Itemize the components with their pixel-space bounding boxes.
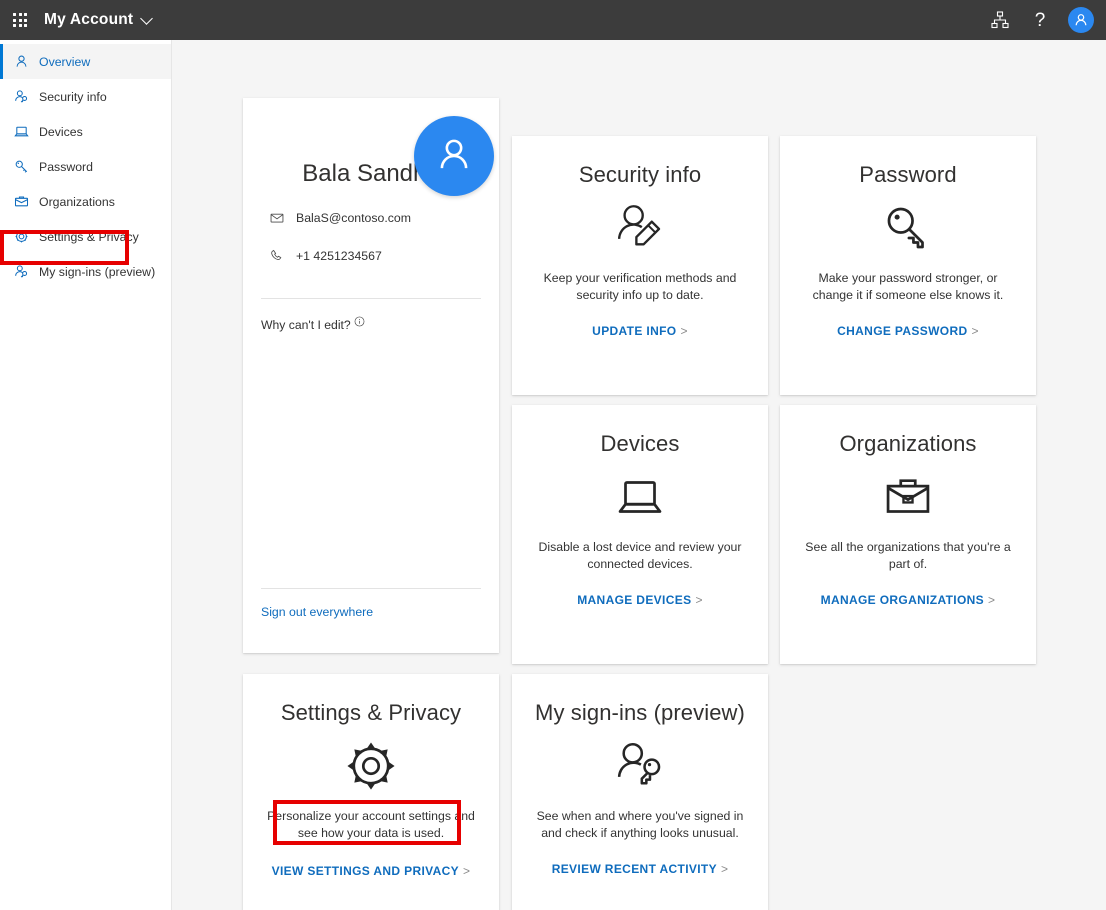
- manage-devices-link[interactable]: MANAGE DEVICES >: [512, 593, 768, 607]
- card-title: Devices: [512, 405, 768, 457]
- sidebar-item-label: Security info: [39, 90, 107, 104]
- card-title: Settings & Privacy: [243, 674, 499, 726]
- top-bar-actions: ?: [982, 0, 1106, 40]
- profile-phone-row: +1 4251234567: [243, 248, 499, 264]
- chevron-right-icon: >: [972, 324, 979, 338]
- chevron-right-icon: >: [463, 864, 470, 878]
- card-title: Security info: [512, 136, 768, 188]
- laptop-icon: [512, 465, 768, 529]
- card-title: Password: [780, 136, 1036, 188]
- org-hierarchy-icon[interactable]: [982, 0, 1018, 40]
- key-icon: [13, 158, 30, 175]
- info-icon: [354, 320, 365, 331]
- sidebar-item-overview[interactable]: Overview: [0, 44, 171, 79]
- profile-divider: [261, 298, 481, 299]
- view-settings-and-privacy-link[interactable]: VIEW SETTINGS AND PRIVACY >: [243, 864, 499, 878]
- sidebar-item-organizations[interactable]: Organizations: [0, 184, 171, 219]
- chevron-right-icon: >: [988, 593, 995, 607]
- profile-footer-divider: [261, 588, 481, 589]
- card-link-label: REVIEW RECENT ACTIVITY: [552, 862, 717, 876]
- change-password-link[interactable]: CHANGE PASSWORD >: [780, 324, 1036, 338]
- briefcase-icon: [780, 465, 1036, 529]
- card-link-label: CHANGE PASSWORD: [837, 324, 967, 338]
- sidebar-item-label: Devices: [39, 125, 83, 139]
- app-title-menu[interactable]: My Account: [44, 11, 153, 29]
- profile-avatar: [414, 116, 494, 196]
- app-title-label: My Account: [44, 11, 133, 29]
- sidebar-item-label: Organizations: [39, 195, 115, 209]
- card-devices[interactable]: Devices Disable a lost device and review…: [512, 405, 768, 664]
- manage-organizations-link[interactable]: MANAGE ORGANIZATIONS >: [780, 593, 1036, 607]
- person-key-icon: [512, 734, 768, 798]
- card-description: Personalize your account settings and se…: [243, 808, 499, 842]
- profile-email-row: BalaS@contoso.com: [243, 210, 499, 226]
- card-organizations[interactable]: Organizations See all the organizations …: [780, 405, 1036, 664]
- sidebar-item-security-info[interactable]: Security info: [0, 79, 171, 114]
- why-cant-i-edit[interactable]: Why can't I edit?: [243, 318, 499, 332]
- card-title: Organizations: [780, 405, 1036, 457]
- review-recent-activity-link[interactable]: REVIEW RECENT ACTIVITY >: [512, 862, 768, 876]
- profile-phone: +1 4251234567: [296, 249, 382, 263]
- card-link-label: UPDATE INFO: [592, 324, 676, 338]
- briefcase-icon: [13, 193, 30, 210]
- sign-out-everywhere-link[interactable]: Sign out everywhere: [261, 605, 373, 619]
- my-account-overview-page: My Account ?: [0, 0, 1106, 910]
- phone-icon: [269, 248, 285, 264]
- gear-icon: [13, 228, 30, 245]
- card-security-info[interactable]: Security info Keep your verification met…: [512, 136, 768, 395]
- person-key-icon: [13, 88, 30, 105]
- person-icon: [13, 53, 30, 70]
- card-description: See when and where you've signed in and …: [512, 808, 768, 842]
- sidebar-navigation: Overview Security info Devices: [0, 40, 172, 910]
- account-avatar[interactable]: [1068, 7, 1094, 33]
- help-icon[interactable]: ?: [1022, 0, 1058, 40]
- key-icon: [780, 196, 1036, 260]
- card-link-label: MANAGE ORGANIZATIONS: [821, 593, 984, 607]
- laptop-icon: [13, 123, 30, 140]
- chevron-right-icon: >: [695, 593, 702, 607]
- sidebar-item-label: Overview: [39, 55, 90, 69]
- card-description: Keep your verification methods and secur…: [512, 270, 768, 304]
- sidebar-item-settings-privacy[interactable]: Settings & Privacy: [0, 219, 171, 254]
- person-pencil-icon: [512, 196, 768, 260]
- top-navigation-bar: My Account ?: [0, 0, 1106, 40]
- main-content: Bala Sandhu BalaS@contoso.com +1 4251234…: [172, 40, 1106, 910]
- why-cant-i-edit-label: Why can't I edit?: [261, 318, 351, 332]
- sidebar-item-label: Settings & Privacy: [39, 230, 139, 244]
- sidebar-item-devices[interactable]: Devices: [0, 114, 171, 149]
- app-launcher-icon[interactable]: [0, 0, 40, 40]
- card-link-label: VIEW SETTINGS AND PRIVACY: [272, 864, 459, 878]
- update-info-link[interactable]: UPDATE INFO >: [512, 324, 768, 338]
- person-key-icon: [13, 263, 30, 280]
- envelope-icon: [269, 210, 285, 226]
- sidebar-item-label: Password: [39, 160, 93, 174]
- card-description: Make your password stronger, or change i…: [780, 270, 1036, 304]
- profile-card: Bala Sandhu BalaS@contoso.com +1 4251234…: [243, 98, 499, 653]
- card-description: Disable a lost device and review your co…: [512, 539, 768, 573]
- sidebar-item-password[interactable]: Password: [0, 149, 171, 184]
- gear-icon: [243, 734, 499, 798]
- card-my-sign-ins[interactable]: My sign-ins (preview) See when and where…: [512, 674, 768, 910]
- sidebar-item-label: My sign-ins (preview): [39, 265, 155, 279]
- profile-email: BalaS@contoso.com: [296, 211, 411, 225]
- chevron-down-icon: [142, 13, 153, 24]
- card-title: My sign-ins (preview): [512, 674, 768, 726]
- card-settings-privacy[interactable]: Settings & Privacy Personalize your acco…: [243, 674, 499, 910]
- chevron-right-icon: >: [721, 862, 728, 876]
- sidebar-item-my-sign-ins[interactable]: My sign-ins (preview): [0, 254, 171, 289]
- chevron-right-icon: >: [680, 324, 687, 338]
- card-link-label: MANAGE DEVICES: [577, 593, 691, 607]
- card-description: See all the organizations that you're a …: [780, 539, 1036, 573]
- card-password[interactable]: Password Make your password stronger, or…: [780, 136, 1036, 395]
